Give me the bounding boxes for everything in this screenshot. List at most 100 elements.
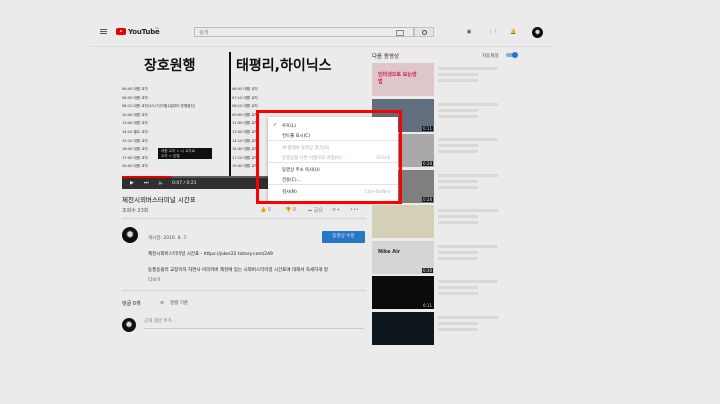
autoplay-label: 자동재생 [482,54,499,59]
view-count: 조회수 23회 [122,208,149,214]
search-input[interactable]: 검색 [194,27,414,37]
notifications-icon[interactable]: 🔔 [510,30,516,35]
schedule-line: 11:00 대원 교차 [232,121,258,126]
title-placeholder-bar [438,286,478,289]
up-next-thumbnail[interactable]: 0:11 [372,276,434,309]
menu-icon[interactable] [100,29,107,30]
title-placeholder-bar [438,209,498,212]
video-divider [229,52,231,178]
account-avatar[interactable] [532,27,543,38]
share-label: 공유 [313,208,323,214]
create-video-icon[interactable]: ▣ [466,30,472,35]
play-icon[interactable]: ▶ [130,180,134,186]
title-placeholder-bar [438,250,478,254]
search-icon [422,30,427,35]
schedule-line: 10:40 대원 교차 [122,112,148,117]
keyboard-icon[interactable] [396,30,404,36]
schedule-line: 19:40 대원 교차 [232,164,258,169]
up-next-thumbnail[interactable]: 인터넷으로 보는방법 [372,63,434,96]
duration-badge: 0:11 [422,303,433,308]
up-next-thumbnail[interactable]: Nike Air 0:30 [372,240,434,274]
schedule-line: 06:45 대원 교차 [232,87,258,91]
show-more-link[interactable]: 더보기 [148,277,160,283]
search-placeholder: 검색 [199,30,209,36]
up-next-thumbnail[interactable] [372,311,434,345]
title-placeholder-bar [438,315,498,319]
video-heading-left: 장호원행 [144,58,196,74]
comment-input-underline [144,328,364,329]
like-count: 0 [267,207,272,213]
edit-video-button[interactable]: 동영상 수정 [322,231,365,243]
share-button[interactable]: ➦ 공유 [308,207,323,214]
add-to-playlist-icon[interactable]: ≡+ [332,207,340,213]
title-placeholder-bar [438,321,478,325]
video-title: 제천시외버스터미널 시간표 [122,196,196,204]
title-placeholder-bar [438,138,498,141]
duration-badge: 0:11 [422,125,433,131]
divider [122,218,366,219]
schedule-line: 07:10 대원 교차 [232,95,258,100]
title-placeholder-bar [438,292,478,295]
description-line-2: 동풍동플러 교장이자 자연사 아리카버 제천에 있는 시외버스터미널 시간표에 … [148,268,328,273]
comment-input[interactable]: 공개 댓글 추가... [144,318,176,324]
video-heading-right: 태평리,하이닉스 [236,58,332,74]
schedule-line: 17:50 대원 교차 [122,155,148,160]
like-button[interactable]: 👍 0 [260,207,271,213]
title-placeholder-bar [438,179,478,183]
apps-icon[interactable]: ⋮⋮ [488,30,498,35]
sort-icon[interactable]: ≡ [160,300,164,306]
channel-avatar[interactable] [122,227,138,243]
title-placeholder-bar [438,150,478,153]
schedule-line: 09:00 대원 교차 [232,112,258,117]
schedule-line: 14:20 콜트 교차 [122,130,148,134]
title-placeholder-bar [438,108,478,112]
sort-label[interactable]: 정렬 기준 [170,300,188,306]
youtube-page: YouTube KR 검색 ▣ ⋮⋮ 🔔 장호원행 태평리,하이닉스 대원 교차… [90,20,552,404]
description-line-1: 제천시외버스터미널 시간표 - https://joker22.tistory.… [148,252,273,257]
top-bar: YouTube KR 검색 ▣ ⋮⋮ 🔔 [90,20,552,47]
more-actions-button[interactable]: ••• [350,207,359,213]
youtube-logo-icon[interactable] [116,28,126,35]
title-placeholder-bar [438,173,498,177]
title-placeholder-bar [438,144,478,147]
panel-line-2: 교차 = 호텔 [161,154,180,158]
schedule-line: 15:40 대원 교차 [232,147,258,152]
volume-icon[interactable]: 🔈 [158,180,164,186]
dislike-count: 0 [292,207,297,213]
title-placeholder-bar [438,73,478,76]
schedule-line: 15:20 대원 교차 [122,138,148,143]
search-button[interactable] [414,27,434,37]
title-placeholder-bar [438,79,478,82]
title-placeholder-bar [438,244,498,248]
logo-region: KR [155,26,160,30]
schedule-line: 08:10 대원 교차 [232,104,258,109]
title-placeholder-bar [438,114,478,118]
schedule-line: 16:40 대원 교차 [122,147,148,152]
schedule-line: 08:10 대원 교차(2017년2월1일부터 운행중단) [122,104,196,109]
autoplay-toggle-knob[interactable] [512,52,518,58]
title-placeholder-bar [438,185,478,189]
schedule-line: 17:10 대원 교차 [232,155,258,160]
duration-badge: 0:30 [422,267,433,273]
up-next-thumbnail[interactable] [372,205,434,238]
title-placeholder-bar [438,280,498,283]
divider [122,290,366,291]
thumbnail-text: Nike Air [378,248,401,255]
time-display: 0:07 / 0:21 [172,181,197,186]
duration-badge: 0:28 [422,161,433,166]
commenter-avatar [122,318,136,332]
title-placeholder-bar [438,215,478,218]
dislike-button[interactable]: 👎 0 [285,207,296,213]
schedule-line: 06:50 대원 교차 [122,95,148,100]
duration-badge: 0:28 [422,196,433,202]
comment-count: 댓글 0개 [122,301,141,307]
title-placeholder-bar [438,256,478,260]
title-placeholder-bar [438,327,478,331]
next-icon[interactable]: ⏭ [144,180,149,186]
schedule-line: 13:40 대원 교차 [122,121,148,126]
publish-date: 게시일: 2016. 8. 7. [148,236,188,241]
highlight-box [256,110,402,204]
title-placeholder-bar [438,221,478,224]
up-next-heading: 다음 동영상 [372,54,400,60]
thumbnail-text: 인터넷으로 보는방법 [378,72,417,85]
